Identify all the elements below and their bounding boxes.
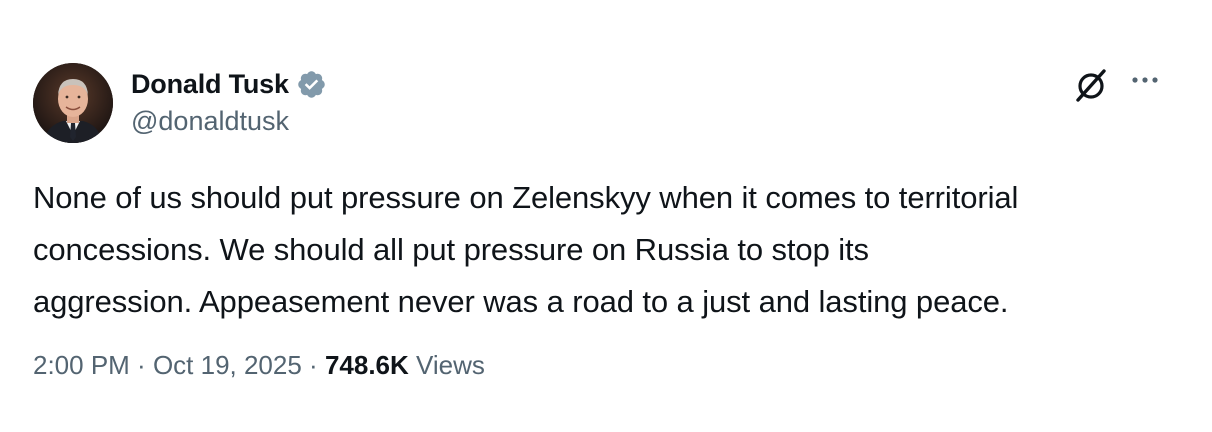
tweet-date[interactable]: Oct 19, 2025 bbox=[153, 350, 302, 381]
author-name-row: Donald Tusk bbox=[131, 66, 327, 102]
more-options-icon[interactable] bbox=[1128, 68, 1162, 92]
author-display-name[interactable]: Donald Tusk bbox=[131, 69, 289, 100]
meta-separator: · bbox=[129, 350, 153, 380]
grok-icon[interactable] bbox=[1072, 66, 1110, 104]
tweet-text: None of us should put pressure on Zelens… bbox=[33, 180, 1019, 319]
profile-photo-icon bbox=[33, 63, 113, 143]
avatar[interactable] bbox=[33, 63, 113, 143]
verified-badge-icon[interactable] bbox=[296, 69, 327, 100]
meta-separator: · bbox=[301, 350, 325, 380]
views-count[interactable]: 748.6K bbox=[325, 350, 409, 381]
author-handle[interactable]: @donaldtusk bbox=[131, 106, 289, 137]
tweet-time[interactable]: 2:00 PM bbox=[33, 350, 130, 381]
tweet-meta: 2:00 PM · Oct 19, 2025 · 748.6K Views bbox=[33, 350, 485, 381]
views-label: Views bbox=[408, 350, 485, 380]
tweet-card: Donald Tusk @donaldtusk None of us shoul… bbox=[0, 0, 1212, 432]
